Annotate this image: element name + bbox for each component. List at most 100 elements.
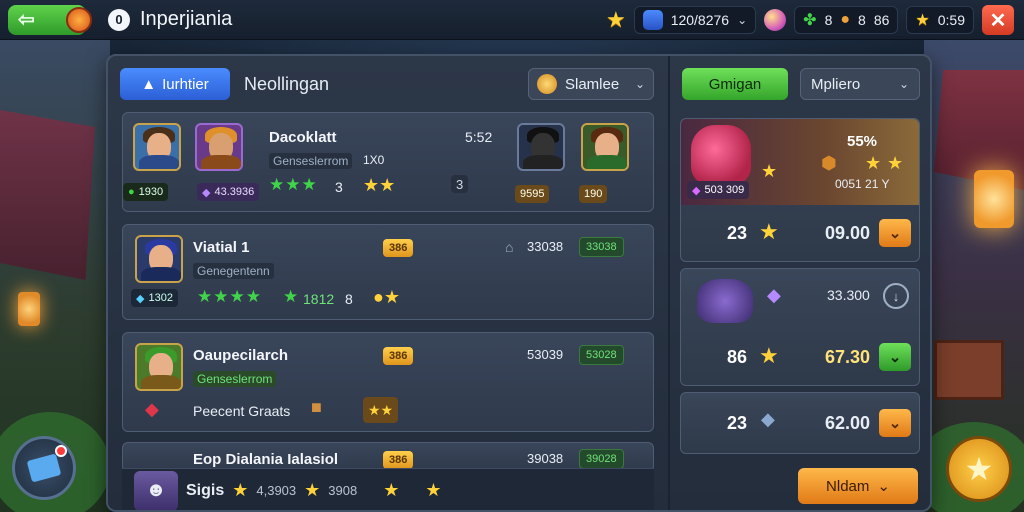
hero-misc: 3 [451, 175, 469, 193]
arrow-down-icon: ↓ [892, 288, 900, 304]
star-icon: ●★ [373, 287, 401, 307]
extra-label: Peecent Graats [193, 403, 291, 419]
hero-green-value: 33038 [579, 237, 624, 257]
tab-bar: ▲ Iurhtier Neollingan [120, 68, 329, 100]
close-button[interactable]: ✕ [982, 5, 1014, 35]
hero-card-2[interactable]: ◆ 1302 Viatial 1 Genegentenn ★★★★ ★ 1812 … [122, 224, 654, 320]
top-bar: ⇦ 0 Inperjiania ★ 120/8276 ⌄ ✤ 8 ● 8 86 … [0, 0, 1024, 40]
ally-portrait [517, 123, 565, 171]
back-button[interactable]: ⇦ [8, 4, 92, 35]
level-pill: 386 [383, 451, 414, 469]
star-icon: ★ [425, 480, 442, 500]
shop-bottom-label: Nldam [826, 477, 870, 495]
hero-name: Oaupecilarch [193, 347, 289, 364]
gem-icon [66, 6, 92, 33]
star-badge: ★★ [363, 397, 399, 423]
hero-subtitle: Genseslerrom [193, 371, 277, 387]
hero-portrait [135, 343, 183, 391]
shop-tabs: Gmigan Mpliero ⌄ [682, 68, 920, 100]
buy-button[interactable]: ⌄ [879, 343, 911, 371]
hero-name: Eop Dialania Ialasiol [193, 451, 339, 468]
counters-box: ✤ 8 ● 8 86 [794, 6, 899, 34]
tab-second[interactable]: Neollingan [240, 74, 329, 95]
bottom-label: Sigis [186, 481, 225, 499]
offer-card-3[interactable]: 23 ◆ 62.00 ⌄ [680, 392, 920, 454]
hero-portrait [195, 123, 243, 171]
star-icon: ★ [304, 480, 321, 500]
sort-label: Slamlee [565, 75, 620, 93]
app-logo: 0 [108, 8, 130, 31]
offer-count: 23 [727, 223, 748, 243]
resource-value: 120/8276 [670, 12, 730, 28]
hero-card-3[interactable]: Oaupecilarch Genseslerrom ◆ Peecent Graa… [122, 332, 654, 432]
ruby-icon: ◆ [145, 399, 159, 419]
resource-selector[interactable]: 120/8276 ⌄ [633, 6, 757, 34]
shop-column: Gmigan Mpliero ⌄ ★ ⬢ 55% ★ ★ 0051 21 Y ◆… [668, 56, 930, 510]
offer-card-1[interactable]: ★ ⬢ 55% ★ ★ 0051 21 Y ◆ 503 309 23 ★ 09.0… [680, 118, 920, 262]
green-stars: ★★★★ [197, 287, 262, 306]
star-icon: ★ [232, 480, 249, 500]
hero-name: Dacoklatt [269, 129, 337, 146]
coin-icon [537, 74, 557, 94]
offer-price: 62.00 [825, 413, 871, 433]
hero-subtitle: Genseslerrom [269, 153, 353, 169]
mail-button[interactable] [12, 436, 76, 500]
shop-tab-green[interactable]: Gmigan [682, 68, 788, 100]
offer-sub: 0051 21 Y [835, 177, 890, 191]
tab-active-label: Iurhtier [162, 75, 209, 93]
chevron-down-icon: ⌄ [898, 77, 909, 91]
hero-subtitle-extra: 1X0 [363, 153, 385, 167]
shop-bottom-button[interactable]: Nldam ⌄ [798, 468, 918, 504]
hero-list-column: ▲ Iurhtier Neollingan Slamlee ⌄ ● 1930 ◆ 4… [108, 56, 666, 510]
star-icon: ★ [759, 219, 779, 244]
hero-portrait [133, 123, 181, 171]
green-stars: ★★★ [269, 175, 318, 194]
lantern-right [974, 170, 1014, 228]
counter-a: 8 [824, 12, 833, 28]
bottom-value-a: 4,3903 [256, 483, 297, 498]
shield-icon: ⬢ [821, 153, 837, 173]
buy-button[interactable]: ⌄ [879, 409, 911, 437]
tab-active[interactable]: ▲ Iurhtier [120, 68, 230, 100]
crate-right [934, 340, 1004, 400]
arrow-left-icon: ⇦ [18, 9, 35, 31]
clover-icon: ● [128, 186, 135, 198]
hero-tag-a: ● 1930 [123, 183, 169, 201]
chevron-down-icon: ⌄ [888, 349, 902, 366]
hero-value: 33038 [527, 239, 564, 254]
info-button[interactable]: ↓ [883, 283, 909, 309]
favorite-button[interactable]: ★ [946, 436, 1012, 502]
hero-name: Viatial 1 [193, 239, 250, 256]
hero-portrait [135, 235, 183, 283]
stars-count: 3 [335, 179, 343, 195]
offer-card-2[interactable]: ◆ 33.300 ↓ 86 ★ 67.30 ⌄ [680, 268, 920, 386]
offer-percent: 55% [847, 133, 878, 150]
chevron-down-icon: ⌄ [888, 415, 902, 432]
top-right-resources: ★ 120/8276 ⌄ ✤ 8 ● 8 86 ★ 0:59 ✕ [606, 5, 1014, 35]
main-panel: ▲ Iurhtier Neollingan Slamlee ⌄ ● 1930 ◆ 4… [106, 54, 932, 512]
mail-icon [26, 453, 62, 483]
hero-tag: ◆ 1302 [131, 289, 178, 307]
hero-card-1[interactable]: ● 1930 ◆ 43.3936 Dacoklatt Genseslerrom 1X… [122, 112, 654, 212]
app-title: Inperjiania [140, 8, 233, 30]
chevron-down-icon: ⌄ [877, 478, 890, 495]
buy-button[interactable]: ⌄ [879, 219, 911, 247]
crystal-icon: ◆ [761, 409, 775, 429]
shield-icon [642, 10, 663, 30]
chest-icon: ■ [311, 397, 322, 417]
bottom-value-b: 3908 [328, 483, 358, 498]
offer-price: 09.00 [825, 223, 871, 243]
sort-dropdown[interactable]: Slamlee ⌄ [528, 68, 654, 100]
offer-count: 86 [727, 347, 748, 367]
hero-subtitle: Genegentenn [193, 263, 274, 279]
shop-dropdown[interactable]: Mpliero ⌄ [800, 68, 920, 100]
bottom-avatar[interactable]: ☻ [134, 470, 178, 510]
hero-tag-b: ◆ 43.3936 [197, 183, 260, 201]
orb-icon[interactable] [764, 9, 787, 31]
star-icon: ★ [759, 343, 779, 368]
shop-dropdown-label: Mpliero [811, 75, 861, 93]
star-icon: ★ [915, 12, 930, 29]
gem-icon: ◆ [767, 285, 781, 305]
offer-count: 23 [727, 413, 748, 433]
gem-icon: ◆ [136, 292, 145, 305]
